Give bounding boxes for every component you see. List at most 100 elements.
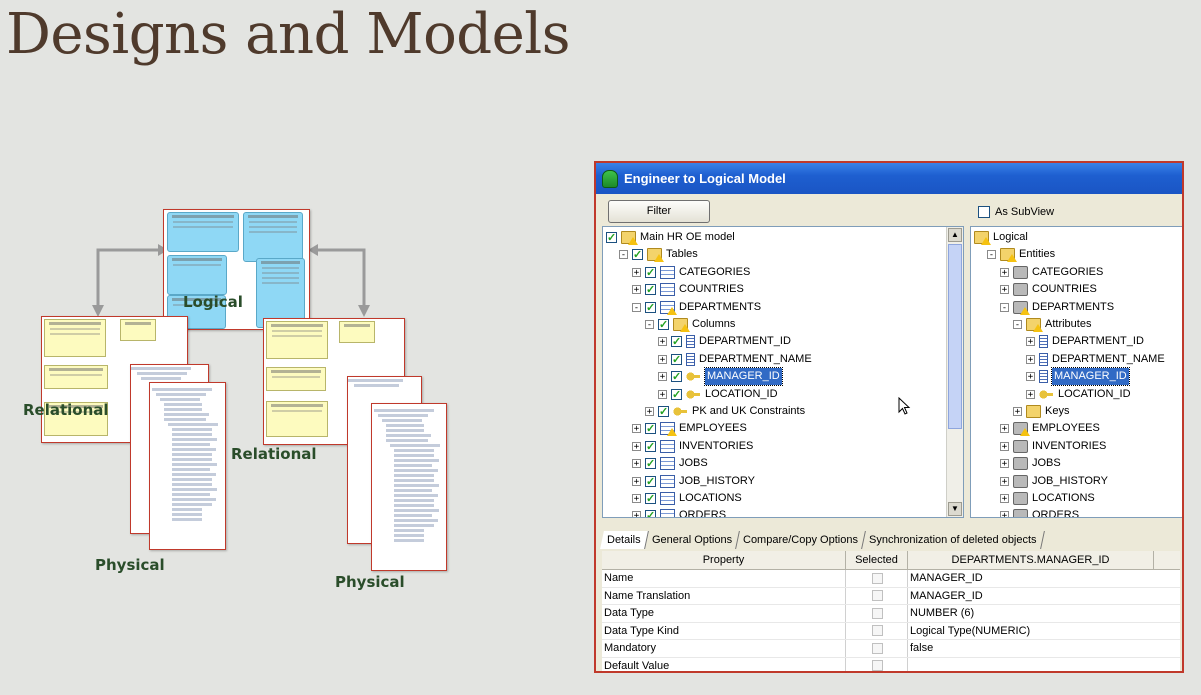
expand-icon[interactable]: + bbox=[632, 424, 641, 434]
tree-item-checkbox[interactable] bbox=[645, 456, 656, 473]
tree-item[interactable]: + DEPARTMENT_ID bbox=[658, 333, 791, 351]
tree-item[interactable]: + JOBS bbox=[632, 455, 708, 473]
tree-item-checkbox[interactable] bbox=[645, 300, 656, 317]
tree-item[interactable]: + CATEGORIES bbox=[632, 264, 750, 282]
value-cell[interactable]: NUMBER (6) bbox=[908, 605, 1154, 622]
header-value[interactable]: DEPARTMENTS.MANAGER_ID bbox=[908, 551, 1154, 569]
scroll-down-icon[interactable]: ▼ bbox=[948, 502, 962, 516]
expand-icon[interactable]: + bbox=[1000, 494, 1009, 504]
logical-tree-pane[interactable]: Logical - Entities + CATEGORIES + COUNTRIES - DE… bbox=[970, 226, 1182, 518]
selected-checkbox[interactable] bbox=[872, 607, 883, 619]
expand-icon[interactable]: + bbox=[658, 337, 667, 347]
tree-item[interactable]: + INVENTORIES bbox=[632, 438, 753, 456]
collapse-icon[interactable]: - bbox=[619, 250, 628, 260]
tree-item-checkbox[interactable] bbox=[671, 387, 682, 404]
value-cell[interactable] bbox=[908, 658, 1154, 672]
tree-item-checkbox[interactable] bbox=[606, 230, 617, 247]
tree-item-checkbox[interactable] bbox=[645, 421, 656, 438]
left-tree-scrollbar[interactable]: ▲ ▼ bbox=[946, 227, 963, 517]
table-row[interactable]: Name MANAGER_ID bbox=[602, 570, 1180, 588]
collapse-icon[interactable]: - bbox=[632, 302, 641, 312]
collapse-icon[interactable]: - bbox=[1000, 302, 1009, 312]
value-cell[interactable]: Logical Type(NUMERIC) bbox=[908, 623, 1154, 640]
tree-item[interactable]: + MANAGER_ID bbox=[658, 367, 783, 387]
expand-icon[interactable]: + bbox=[658, 354, 667, 364]
tab-general-options[interactable]: General Options bbox=[644, 531, 740, 549]
selected-checkbox[interactable] bbox=[872, 572, 883, 584]
tree-item[interactable]: - Tables bbox=[619, 246, 698, 264]
tree-item[interactable]: - Entities bbox=[987, 246, 1055, 263]
relational-tree-pane[interactable]: Main HR OE model - Tables + CATEGORIES + COUNT… bbox=[602, 226, 964, 518]
expand-icon[interactable]: + bbox=[1000, 267, 1009, 277]
tree-item[interactable]: + LOCATIONS bbox=[632, 490, 742, 508]
tree-item[interactable]: Main HR OE model bbox=[606, 229, 735, 247]
expand-icon[interactable]: + bbox=[632, 476, 641, 486]
expand-icon[interactable]: + bbox=[658, 389, 667, 399]
table-row[interactable]: Default Value bbox=[602, 657, 1180, 672]
header-selected[interactable]: Selected bbox=[846, 551, 908, 569]
expand-icon[interactable]: + bbox=[1000, 441, 1009, 451]
tree-item[interactable]: + EMPLOYEES bbox=[1000, 420, 1100, 437]
tab-details[interactable]: Details bbox=[600, 531, 649, 549]
collapse-icon[interactable]: - bbox=[645, 320, 654, 330]
expand-icon[interactable]: + bbox=[658, 372, 667, 382]
tree-item[interactable]: + LOCATIONS bbox=[1000, 490, 1095, 507]
expand-icon[interactable]: + bbox=[1013, 407, 1022, 417]
tree-item[interactable]: - Attributes bbox=[1013, 316, 1091, 333]
table-row[interactable]: Data Type Kind Logical Type(NUMERIC) bbox=[602, 622, 1180, 640]
expand-icon[interactable]: + bbox=[1000, 424, 1009, 434]
tree-item[interactable]: + PK and UK Constraints bbox=[645, 403, 805, 421]
tree-item[interactable]: - DEPARTMENTS bbox=[1000, 299, 1114, 316]
tree-item-checkbox[interactable] bbox=[645, 439, 656, 456]
selected-checkbox[interactable] bbox=[872, 660, 883, 671]
selected-checkbox[interactable] bbox=[872, 590, 883, 602]
tree-item[interactable]: + EMPLOYEES bbox=[632, 420, 747, 438]
expand-icon[interactable]: + bbox=[1026, 354, 1035, 364]
collapse-icon[interactable]: - bbox=[1013, 320, 1022, 330]
tree-item[interactable]: + CATEGORIES bbox=[1000, 264, 1103, 281]
tree-item[interactable]: + Keys bbox=[1013, 403, 1069, 420]
scroll-thumb[interactable] bbox=[948, 244, 962, 429]
table-row[interactable]: Mandatory false bbox=[602, 640, 1180, 658]
table-row[interactable]: Data Type NUMBER (6) bbox=[602, 605, 1180, 623]
tree-item-checkbox[interactable] bbox=[671, 334, 682, 351]
header-property[interactable]: Property bbox=[602, 551, 846, 569]
filter-button[interactable]: Filter bbox=[608, 200, 710, 223]
scroll-up-icon[interactable]: ▲ bbox=[948, 228, 962, 242]
tree-item[interactable]: + LOCATION_ID bbox=[658, 386, 778, 404]
expand-icon[interactable]: + bbox=[1026, 372, 1035, 382]
expand-icon[interactable]: + bbox=[1000, 285, 1009, 295]
tree-item-checkbox[interactable] bbox=[645, 282, 656, 299]
tree-item-checkbox[interactable] bbox=[645, 491, 656, 508]
tree-item[interactable]: + INVENTORIES bbox=[1000, 438, 1106, 455]
tree-item[interactable]: + COUNTRIES bbox=[1000, 281, 1097, 298]
expand-icon[interactable]: + bbox=[632, 459, 641, 469]
expand-icon[interactable]: + bbox=[632, 511, 641, 517]
tree-item-checkbox[interactable] bbox=[671, 369, 682, 386]
tree-item[interactable]: + JOB_HISTORY bbox=[632, 473, 755, 491]
tree-item[interactable]: + ORDERS bbox=[1000, 507, 1079, 517]
expand-icon[interactable]: + bbox=[632, 441, 641, 451]
expand-icon[interactable]: + bbox=[645, 407, 654, 417]
expand-icon[interactable]: + bbox=[1026, 389, 1035, 399]
value-cell[interactable]: MANAGER_ID bbox=[908, 588, 1154, 605]
tree-item-checkbox[interactable] bbox=[632, 247, 643, 264]
tab-compare-copy-options[interactable]: Compare/Copy Options bbox=[735, 531, 866, 549]
as-subview-checkbox[interactable]: As SubView bbox=[978, 206, 1054, 218]
value-cell[interactable]: MANAGER_ID bbox=[908, 570, 1154, 587]
tree-item[interactable]: - DEPARTMENTS bbox=[632, 299, 761, 317]
tree-item[interactable]: + LOCATION_ID bbox=[1026, 386, 1131, 403]
subview-checkbox-box[interactable] bbox=[978, 206, 990, 218]
tree-item[interactable]: + DEPARTMENT_ID bbox=[1026, 333, 1144, 350]
tree-item-checkbox[interactable] bbox=[671, 352, 682, 369]
value-cell[interactable]: false bbox=[908, 640, 1154, 657]
selected-checkbox[interactable] bbox=[872, 642, 883, 654]
tree-item[interactable]: - Columns bbox=[645, 316, 735, 334]
tree-item[interactable]: + JOBS bbox=[1000, 455, 1061, 472]
selected-checkbox[interactable] bbox=[872, 625, 883, 637]
tree-item[interactable]: + ORDERS bbox=[632, 507, 726, 517]
tree-item-checkbox[interactable] bbox=[658, 404, 669, 421]
expand-icon[interactable]: + bbox=[1026, 337, 1035, 347]
table-row[interactable]: Name Translation MANAGER_ID bbox=[602, 587, 1180, 605]
tree-item[interactable]: + COUNTRIES bbox=[632, 281, 744, 299]
